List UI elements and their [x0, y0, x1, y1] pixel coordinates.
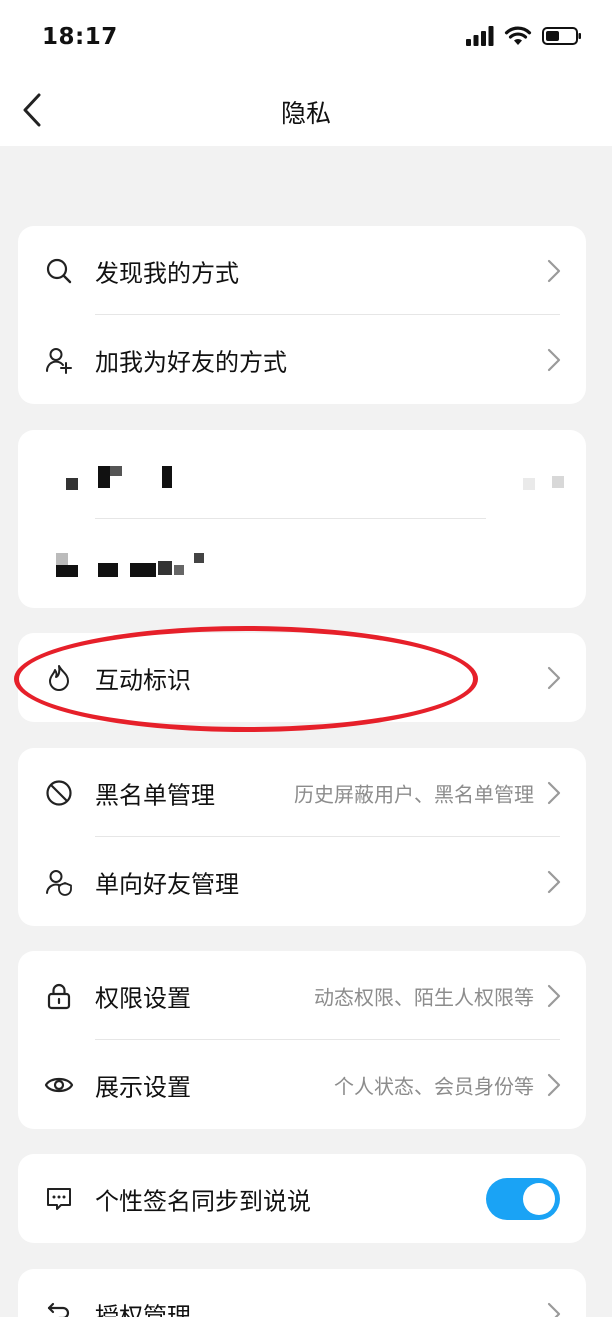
row-label: 发现我的方式 — [95, 259, 239, 287]
authorization-card: 授权管理 — [18, 1269, 586, 1317]
page-title: 隐私 — [280, 99, 331, 128]
pixelated-block — [98, 563, 118, 577]
status-icons — [466, 26, 582, 46]
add-person-icon — [44, 345, 74, 375]
row-redacted-1[interactable] — [18, 430, 586, 519]
row-value: 个人状态、会员身份等 — [334, 1074, 534, 1098]
row-display-settings[interactable]: 展示设置 个人状态、会员身份等 — [18, 1040, 586, 1129]
row-value: 历史屏蔽用户、黑名单管理 — [294, 782, 534, 806]
wifi-icon — [504, 26, 532, 45]
row-label: 黑名单管理 — [95, 781, 215, 809]
pixelated-block — [56, 565, 78, 577]
redacted-card — [18, 430, 586, 608]
annotation-oval — [14, 626, 478, 732]
row-redacted-2[interactable] — [18, 519, 586, 608]
row-label: 授权管理 — [95, 1302, 191, 1317]
pixelated-block — [552, 476, 564, 488]
chevron-right-icon — [547, 666, 561, 689]
row-label: 个性签名同步到说说 — [95, 1187, 311, 1215]
pixelated-block — [110, 466, 122, 476]
pixelated-block — [56, 553, 68, 565]
pixelated-block — [523, 478, 535, 490]
permission-display-card: 权限设置 动态权限、陌生人权限等 展示设置 个人状态、会员身份等 — [18, 951, 586, 1129]
blocklist-card: 黑名单管理 历史屏蔽用户、黑名单管理 单向好友管理 — [18, 748, 586, 926]
chevron-right-icon — [547, 1073, 561, 1096]
toggle-knob — [523, 1182, 555, 1215]
chevron-right-icon — [547, 781, 561, 804]
row-blacklist[interactable]: 黑名单管理 历史屏蔽用户、黑名单管理 — [18, 748, 586, 837]
pixelated-block — [130, 563, 156, 577]
discovery-settings-card: 发现我的方式 加我为好友的方式 — [18, 226, 586, 404]
search-icon — [44, 256, 74, 286]
pixelated-block — [162, 466, 172, 488]
pixelated-block — [174, 565, 184, 575]
row-label: 单向好友管理 — [95, 870, 239, 898]
row-label: 加我为好友的方式 — [95, 348, 287, 376]
status-time: 18:17 — [42, 24, 118, 50]
chevron-right-icon — [547, 259, 561, 282]
row-authorization[interactable]: 授权管理 — [18, 1269, 586, 1317]
row-signature-sync: 个性签名同步到说说 — [18, 1154, 586, 1243]
row-discover-me[interactable]: 发现我的方式 — [18, 226, 586, 315]
chevron-right-icon — [547, 984, 561, 1007]
chevron-right-icon — [547, 348, 561, 371]
signal-icon — [466, 26, 494, 46]
signature-sync-toggle[interactable] — [486, 1177, 560, 1220]
chevron-right-icon — [547, 1302, 561, 1317]
status-bar: 18:17 — [0, 0, 612, 74]
chevron-right-icon — [547, 870, 561, 893]
pixelated-block — [98, 466, 110, 488]
row-permission-settings[interactable]: 权限设置 动态权限、陌生人权限等 — [18, 951, 586, 1040]
person-shield-icon — [44, 867, 74, 897]
pixelated-block — [158, 561, 172, 575]
link-icon — [44, 1299, 74, 1317]
row-value: 动态权限、陌生人权限等 — [314, 985, 534, 1009]
nav-bar: 隐私 — [0, 74, 612, 146]
row-label: 权限设置 — [95, 984, 191, 1012]
row-label: 展示设置 — [95, 1073, 191, 1101]
battery-icon — [542, 27, 581, 45]
signature-sync-card: 个性签名同步到说说 — [18, 1154, 586, 1243]
comment-icon — [44, 1184, 74, 1214]
row-add-friend-method[interactable]: 加我为好友的方式 — [18, 315, 586, 404]
pixelated-block — [194, 553, 204, 563]
row-one-way-friends[interactable]: 单向好友管理 — [18, 837, 586, 926]
eye-icon — [44, 1070, 74, 1100]
lock-icon — [44, 981, 74, 1011]
pixelated-block — [66, 478, 78, 490]
block-icon — [44, 778, 74, 808]
